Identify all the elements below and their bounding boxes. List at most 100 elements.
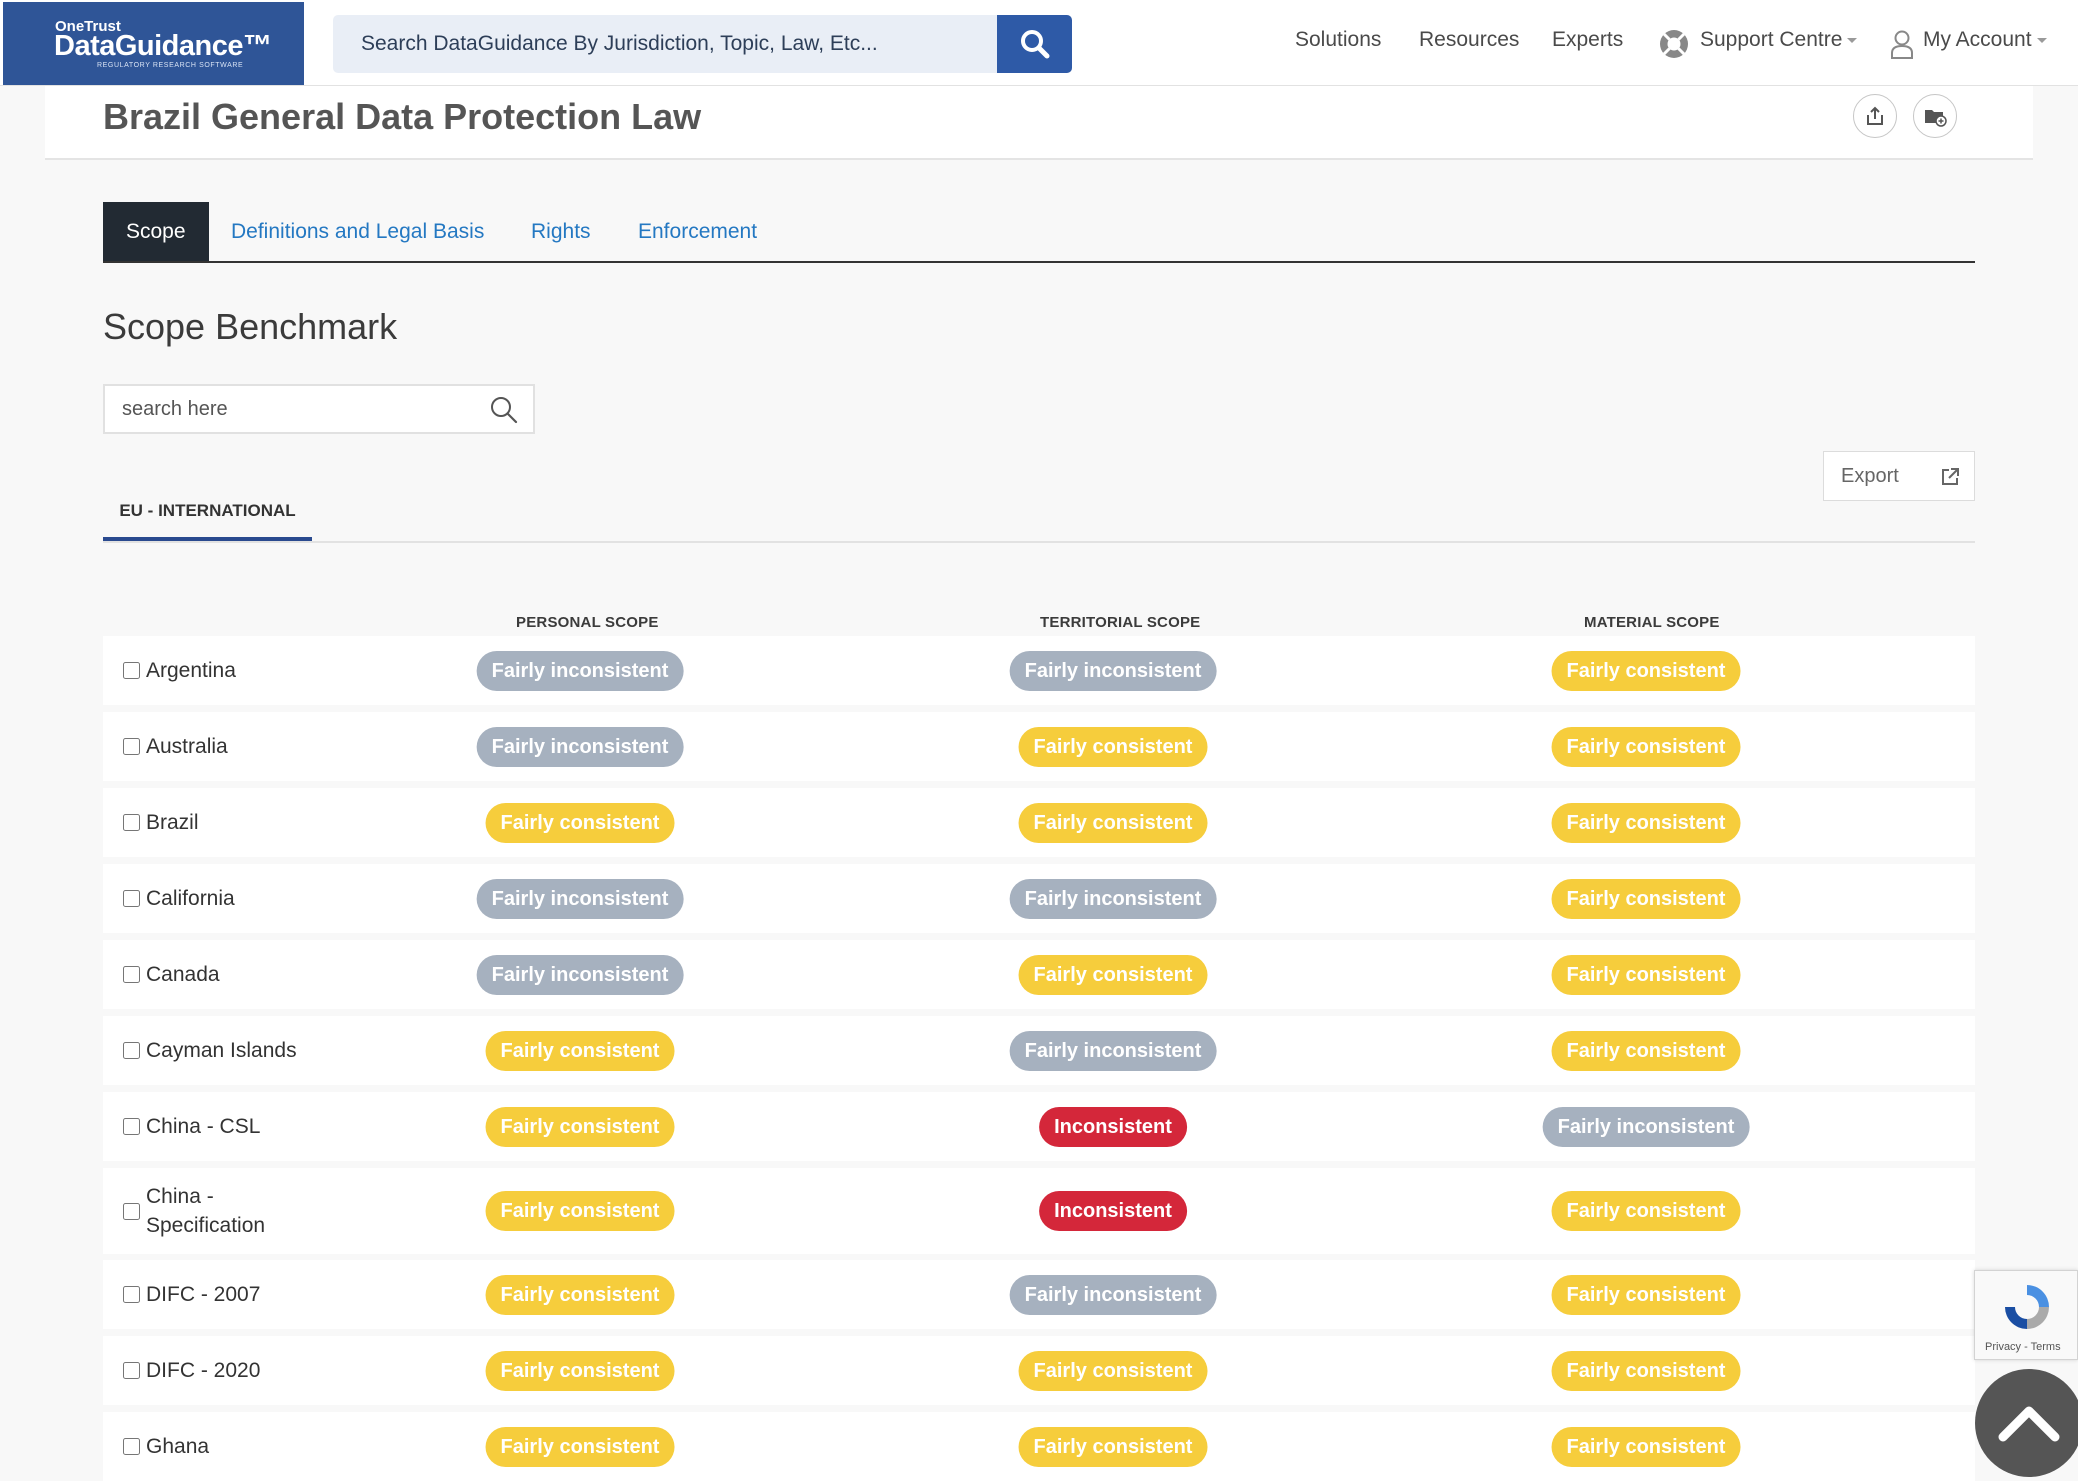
tab-scope[interactable]: Scope — [103, 202, 209, 261]
table-row: China - Specification Fairly consistent Inc… — [103, 1168, 1975, 1254]
material-scope-rating-badge: Fairly consistent — [1551, 954, 1741, 995]
personal-scope-rating-badge: Fairly consistent — [485, 1350, 675, 1391]
jurisdiction-name[interactable]: Ghana — [123, 1432, 209, 1461]
jurisdiction-name[interactable]: China - Specification — [123, 1182, 265, 1240]
nav-my-account[interactable]: My Account — [1923, 28, 2047, 52]
global-search-bar — [333, 15, 1072, 73]
jurisdiction-name[interactable]: China - CSL — [123, 1112, 260, 1141]
nav-solutions[interactable]: Solutions — [1295, 28, 1381, 52]
table-row: Argentina Fairly inconsistent Fairly incon… — [103, 636, 1975, 705]
search-icon[interactable] — [489, 395, 519, 425]
row-checkbox[interactable] — [123, 738, 140, 756]
jurisdiction-name[interactable]: DIFC - 2007 — [123, 1280, 260, 1309]
jurisdiction-name[interactable]: Brazil — [123, 808, 199, 837]
row-checkbox[interactable] — [123, 1042, 140, 1060]
personal-scope-rating-badge: Fairly inconsistent — [476, 878, 684, 919]
share-button[interactable] — [1853, 94, 1897, 138]
benchmark-search-input[interactable] — [105, 386, 475, 432]
territorial-scope-rating-badge: Fairly inconsistent — [1009, 878, 1217, 919]
jurisdiction-name[interactable]: Canada — [123, 960, 220, 989]
row-checkbox[interactable] — [123, 1202, 140, 1220]
row-checkbox[interactable] — [123, 1286, 140, 1304]
personal-scope-rating-badge: Fairly consistent — [485, 1106, 675, 1147]
row-checkbox[interactable] — [123, 1362, 140, 1380]
page-header: Brazil General Data Protection Law — [45, 86, 2033, 160]
jurisdiction-name[interactable]: Argentina — [123, 656, 236, 685]
territorial-scope-rating-badge: Fairly consistent — [1018, 1350, 1208, 1391]
jurisdiction-label: DIFC - 2007 — [146, 1282, 261, 1306]
global-search-button[interactable] — [997, 15, 1072, 73]
personal-scope-rating-badge: Fairly consistent — [485, 1030, 675, 1071]
jurisdiction-label: Brazil — [146, 810, 199, 834]
table-row: DIFC - 2007 Fairly consistent Fairly incon… — [103, 1260, 1975, 1329]
row-checkbox[interactable] — [123, 662, 140, 680]
jurisdiction-name[interactable]: California — [123, 884, 235, 913]
material-scope-rating-badge: Fairly consistent — [1551, 650, 1741, 691]
back-to-top-button[interactable] — [1975, 1369, 2078, 1477]
personal-scope-rating-badge: Fairly consistent — [485, 802, 675, 843]
tab-rights[interactable]: Rights — [531, 202, 591, 261]
row-checkbox[interactable] — [123, 890, 140, 908]
dataguidance-logo[interactable]: OneTrust DataGuidance™ REGULATORY RESEAR… — [3, 2, 304, 85]
material-scope-rating-badge: Fairly consistent — [1551, 1030, 1741, 1071]
table-row: DIFC - 2020 Fairly consistent Fairly consi… — [103, 1336, 1975, 1405]
benchmark-search — [103, 384, 535, 434]
table-row: Ghana Fairly consistent Fairly consistent F… — [103, 1412, 1975, 1481]
recaptcha-privacy-terms[interactable]: Privacy - Terms — [1985, 1341, 2061, 1353]
search-icon — [1020, 30, 1049, 59]
material-scope-rating-badge: Fairly consistent — [1551, 878, 1741, 919]
table-row: Brazil Fairly consistent Fairly consistent… — [103, 788, 1975, 857]
jurisdiction-name[interactable]: Australia — [123, 732, 228, 761]
personal-scope-rating-badge: Fairly consistent — [485, 1274, 675, 1315]
recaptcha-icon — [2005, 1285, 2049, 1329]
material-scope-rating-badge: Fairly inconsistent — [1542, 1106, 1750, 1147]
share-icon — [1867, 106, 1883, 125]
nav-support-centre[interactable]: Support Centre — [1700, 28, 1857, 52]
territorial-scope-rating-badge: Fairly inconsistent — [1009, 1030, 1217, 1071]
jurisdiction-label: Canada — [146, 962, 220, 986]
material-scope-rating-badge: Fairly consistent — [1551, 1191, 1741, 1231]
row-checkbox[interactable] — [123, 1438, 140, 1456]
personal-scope-rating-badge: Fairly consistent — [485, 1191, 675, 1231]
export-label: Export — [1841, 465, 1899, 487]
save-to-folder-button[interactable] — [1913, 94, 1957, 138]
jurisdiction-name[interactable]: DIFC - 2020 — [123, 1356, 260, 1385]
page-title: Brazil General Data Protection Law — [103, 96, 702, 137]
lifebuoy-icon — [1660, 30, 1688, 58]
material-scope-rating-badge: Fairly consistent — [1551, 726, 1741, 767]
jurisdiction-label: China - Specification — [146, 1182, 265, 1240]
recaptcha-badge[interactable]: Privacy - Terms — [1974, 1270, 2078, 1360]
global-search-input[interactable] — [333, 15, 997, 73]
territorial-scope-rating-badge: Fairly consistent — [1018, 726, 1208, 767]
logo-brand-name: DataGuidance™ — [54, 30, 272, 62]
territorial-scope-rating-badge: Fairly consistent — [1018, 802, 1208, 843]
tab-enforcement[interactable]: Enforcement — [638, 202, 757, 261]
column-header-territorial-scope: TERRITORIAL SCOPE — [1040, 614, 1201, 631]
external-link-icon — [1942, 468, 1959, 485]
region-tab-eu-international[interactable]: EU - INTERNATIONAL — [103, 493, 312, 541]
jurisdiction-name[interactable]: Cayman Islands — [123, 1036, 297, 1065]
territorial-scope-rating-badge: Fairly consistent — [1018, 1426, 1208, 1467]
personal-scope-rating-badge: Fairly inconsistent — [476, 726, 684, 767]
nav-experts[interactable]: Experts — [1552, 28, 1623, 52]
column-header-material-scope: MATERIAL SCOPE — [1584, 614, 1720, 631]
jurisdiction-label: California — [146, 886, 235, 910]
territorial-scope-rating-badge: Fairly inconsistent — [1009, 650, 1217, 691]
law-section-tabs: Scope Definitions and Legal Basis Rights… — [103, 202, 1975, 263]
jurisdiction-label: DIFC - 2020 — [146, 1358, 261, 1382]
territorial-scope-rating-badge: Fairly consistent — [1018, 954, 1208, 995]
logo-tagline: REGULATORY RESEARCH SOFTWARE — [97, 62, 244, 69]
row-checkbox[interactable] — [123, 1118, 140, 1136]
row-checkbox[interactable] — [123, 966, 140, 984]
nav-resources[interactable]: Resources — [1419, 28, 1519, 52]
material-scope-rating-badge: Fairly consistent — [1551, 1274, 1741, 1315]
material-scope-rating-badge: Fairly consistent — [1551, 1426, 1741, 1467]
tab-definitions-and-legal-basis[interactable]: Definitions and Legal Basis — [231, 202, 484, 261]
column-header-personal-scope: PERSONAL SCOPE — [516, 614, 659, 631]
jurisdiction-label-line: Specification — [146, 1214, 266, 1237]
material-scope-rating-badge: Fairly consistent — [1551, 802, 1741, 843]
user-icon — [1891, 30, 1913, 59]
row-checkbox[interactable] — [123, 814, 140, 832]
jurisdiction-label: China - CSL — [146, 1114, 261, 1138]
jurisdiction-label: Australia — [146, 734, 228, 758]
